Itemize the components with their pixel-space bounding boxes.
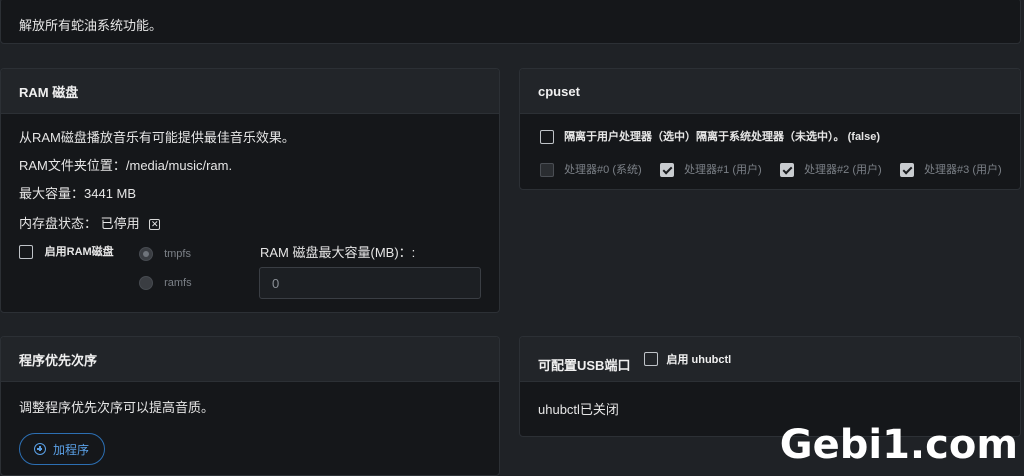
- add-program-label: 加程序: [53, 442, 90, 457]
- processor-3-checkbox[interactable]: [900, 163, 914, 178]
- enable-ram-disk-checkbox[interactable]: [19, 244, 33, 259]
- ram-disk-header: RAM 磁盘: [1, 69, 499, 114]
- cpuset-panel: cpuset 隔离于用户处理器（选中）隔离于系统处理器（未选中）。 (false…: [519, 68, 1021, 190]
- ram-max-capacity: 最大容量：3441 MB: [19, 186, 137, 201]
- enable-uhubctl-option[interactable]: 启用 uhubctl: [644, 351, 731, 367]
- cpuset-header: cpuset: [520, 69, 1020, 114]
- usb-ports-header: 可配置USB端口 启用 uhubctl: [520, 337, 1020, 382]
- ramfs-label: ramfs: [164, 276, 192, 289]
- processor-0-label: 处理器#0 (系统): [564, 164, 642, 176]
- add-program-button[interactable]: 加程序: [19, 433, 105, 465]
- processor-1-option[interactable]: 处理器#1 (用户): [660, 161, 762, 178]
- isolate-option[interactable]: 隔离于用户处理器（选中）隔离于系统处理器（未选中）。 (false): [540, 128, 881, 145]
- enable-ram-disk-label: 启用RAM磁盘: [44, 246, 114, 258]
- plus-circle-icon: [34, 443, 46, 455]
- ram-max-size-input[interactable]: 0: [259, 267, 481, 299]
- processor-2-checkbox[interactable]: [780, 163, 794, 178]
- ram-status-value: 已停用: [100, 216, 140, 231]
- fs-option-tmpfs[interactable]: tmpfs: [139, 247, 191, 261]
- program-priority-panel: 程序优先次序 调整程序优先次序可以提高音质。 加程序: [0, 336, 500, 476]
- isolate-label: 隔离于用户处理器（选中）隔离于系统处理器（未选中）。 (false): [564, 131, 881, 143]
- tmpfs-radio[interactable]: [139, 247, 153, 261]
- processor-0-option: 处理器#0 (系统): [540, 161, 642, 178]
- ram-folder-location: RAM文件夹位置：/media/music/ram.: [19, 158, 233, 173]
- isolate-checkbox[interactable]: [540, 130, 554, 145]
- processor-3-option[interactable]: 处理器#3 (用户): [900, 161, 1002, 178]
- enable-uhubctl-label: 启用 uhubctl: [666, 354, 732, 366]
- processor-2-label: 处理器#2 (用户): [804, 164, 882, 176]
- ram-disk-title: RAM 磁盘: [19, 84, 79, 100]
- top-panel-text: 解放所有蛇油系统功能。: [19, 18, 163, 33]
- ram-max-size-label: RAM 磁盘最大容量(MB)：:: [260, 245, 416, 260]
- processor-1-label: 处理器#1 (用户): [684, 164, 762, 176]
- cpuset-title: cpuset: [538, 83, 580, 99]
- enable-ram-disk-option[interactable]: 启用RAM磁盘: [19, 243, 114, 259]
- processor-2-option[interactable]: 处理器#2 (用户): [780, 161, 882, 178]
- ram-disk-description: 从RAM磁盘播放音乐有可能提供最佳音乐效果。: [19, 130, 295, 145]
- top-panel: 解放所有蛇油系统功能。: [0, 0, 1021, 44]
- program-priority-description: 调整程序优先次序可以提高音质。: [19, 400, 215, 415]
- processor-3-label: 处理器#3 (用户): [924, 164, 1002, 176]
- ramfs-radio[interactable]: [139, 276, 153, 290]
- processor-1-checkbox[interactable]: [660, 163, 674, 178]
- program-priority-title: 程序优先次序: [19, 352, 98, 368]
- ram-status-label: 内存盘状态：: [19, 216, 98, 231]
- x-box-icon: ✕: [149, 219, 161, 231]
- ram-status: 内存盘状态： 已停用 ✕: [19, 213, 161, 232]
- tmpfs-label: tmpfs: [164, 247, 191, 260]
- uhubctl-status: uhubctl已关闭: [538, 402, 619, 417]
- ram-disk-panel: RAM 磁盘 从RAM磁盘播放音乐有可能提供最佳音乐效果。 RAM文件夹位置：/…: [0, 68, 500, 313]
- program-priority-header: 程序优先次序: [1, 337, 499, 382]
- processor-0-checkbox: [540, 163, 554, 178]
- ram-max-size-value: 0: [272, 275, 280, 291]
- enable-uhubctl-checkbox[interactable]: [644, 352, 659, 366]
- usb-ports-title: 可配置USB端口: [538, 357, 631, 373]
- fs-option-ramfs[interactable]: ramfs: [139, 276, 192, 290]
- watermark: Gebi1.com: [779, 422, 1018, 468]
